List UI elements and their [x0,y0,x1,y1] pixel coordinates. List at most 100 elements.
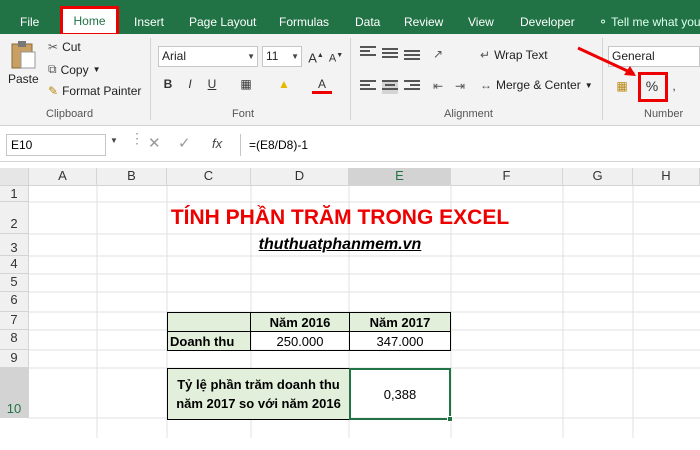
column-header[interactable]: F [451,168,563,186]
row-header[interactable]: 5 [0,274,29,292]
font-size-combo[interactable]: 11 ▼ [262,46,302,67]
column-header[interactable]: H [633,168,700,186]
bottom-align-icon[interactable] [404,50,420,64]
tab-review[interactable]: Review [404,0,443,34]
decrease-indent-button[interactable]: ⇤ [428,76,448,96]
indent-icon: ⇤ [432,79,444,93]
column-header[interactable]: B [97,168,167,186]
increase-indent-button[interactable]: ⇥ [450,76,470,96]
indent-icon: ⇥ [454,79,466,93]
scissors-icon: ✂ [48,40,59,54]
orientation-icon: ↗ [432,47,444,61]
clipboard-group-label: Clipboard [46,108,94,120]
wrap-icon: ↵ [480,48,491,62]
row-header[interactable]: 6 [0,292,29,312]
border-icon: ▦ [240,77,252,91]
column-header[interactable]: D [251,168,349,186]
fill-handle[interactable] [447,416,453,422]
tab-home[interactable]: Home [60,6,119,36]
align-right-icon[interactable] [404,80,420,94]
tab-developer[interactable]: Developer [520,0,575,34]
tell-me-label: Tell me what you [611,15,700,29]
chevron-down-icon: ▼ [247,52,255,61]
row-label-ratio[interactable]: Tỷ lệ phần trăm doanh thu năm 2017 so vớ… [167,368,350,420]
column-header[interactable]: G [563,168,633,186]
merge-center-label: Merge & Center [496,78,581,92]
tab-data[interactable]: Data [355,0,380,34]
cut-label: Cut [62,40,81,54]
font-name-value: Arial [162,49,187,63]
font-size-value: 11 [266,49,279,63]
copy-button[interactable]: ⧉ Copy ▼ [48,62,101,77]
paint-bucket-icon: ▲ [278,77,290,91]
table-header-2017[interactable]: Năm 2017 [349,312,451,332]
cut-button[interactable]: ✂ Cut [48,40,81,54]
row-label-revenue[interactable]: Doanh thu [167,331,251,351]
format-painter-button[interactable]: ✎ Format Painter [48,84,141,98]
top-align-icon[interactable] [360,46,376,60]
divider [150,38,151,120]
tab-page-layout[interactable]: Page Layout [189,0,256,34]
cancel-icon[interactable]: ✕ [148,134,161,152]
row-header[interactable]: 8 [0,330,29,350]
align-center-icon[interactable] [382,80,398,94]
column-header[interactable]: A [29,168,97,186]
clipboard-icon [11,41,36,69]
merge-icon: ↔ [480,78,492,92]
italic-button[interactable]: I [180,74,200,94]
row-header[interactable]: 3 [0,234,29,256]
formula-input[interactable]: =(E8/D8)-1 [240,134,696,156]
row-header[interactable]: 9 [0,350,29,368]
borders-button[interactable]: ▦ [236,74,256,94]
number-group-label: Number [644,108,684,120]
row-header[interactable]: 7 [0,312,29,330]
lightbulb-icon: ⚬ [598,15,612,29]
column-header-selected[interactable]: E [349,168,451,186]
tab-file[interactable]: File [20,0,39,34]
tab-formulas[interactable]: Formulas [279,0,329,34]
annotation-arrow [577,46,636,76]
row-header[interactable]: 4 [0,256,29,274]
more-icon: ⋮ [130,130,144,146]
shrink-font-button[interactable]: A▼ [326,46,346,66]
wrap-text-button[interactable]: ↵ Wrap Text [480,48,548,62]
paste-button[interactable]: Paste [8,40,39,86]
row-header[interactable]: 2 [0,202,29,234]
font-color-button[interactable]: A [312,74,332,94]
select-all-corner[interactable] [0,168,29,186]
fill-color-button[interactable]: ▲ [274,74,294,94]
alignment-group-label: Alignment [444,108,493,120]
middle-align-icon[interactable] [382,48,398,62]
cell-e8[interactable]: 347.000 [349,331,451,351]
paste-label: Paste [8,72,39,86]
wrap-text-label: Wrap Text [494,48,548,62]
chevron-down-icon: ▼ [291,52,299,61]
name-box[interactable]: E10 [6,134,106,156]
bold-button[interactable]: B [158,74,178,94]
sheet-subtitle: thuthuatphanmem.vn [258,236,422,253]
tell-me-search[interactable]: ⚬ Tell me what you [598,0,700,34]
formula-bar: E10 ▼ ⋮ ✕ ✓ fx =(E8/D8)-1 [0,126,700,162]
column-header[interactable]: C [167,168,251,186]
table-header-blank[interactable] [167,312,251,332]
sheet-title: TÍNH PHẦN TRĂM TRONG EXCEL [170,206,510,229]
grow-font-button[interactable]: A▲ [306,46,326,66]
orientation-button[interactable]: ↗ [428,44,448,64]
table-header-2016[interactable]: Năm 2016 [250,312,350,332]
align-left-icon[interactable] [360,80,376,94]
ribbon-home: Paste ✂ Cut ⧉ Copy ▼ ✎ Format Painter Clipbo… [0,34,700,126]
font-name-combo[interactable]: Arial ▼ [158,46,258,67]
cell-d8[interactable]: 250.000 [250,331,350,351]
tab-insert[interactable]: Insert [134,0,164,34]
divider [350,38,351,120]
enter-icon[interactable]: ✓ [178,134,191,152]
font-group-label: Font [232,108,255,120]
cell-e10-selected[interactable]: 0,388 [349,368,451,420]
chevron-down-icon[interactable]: ▼ [110,136,118,145]
insert-function-icon[interactable]: fx [212,136,222,151]
underline-button[interactable]: U [202,74,222,94]
tab-view[interactable]: View [468,0,494,34]
copy-label: Copy [60,62,89,77]
row-header[interactable]: 1 [0,186,29,202]
row-header-selected[interactable]: 10 [0,368,29,418]
